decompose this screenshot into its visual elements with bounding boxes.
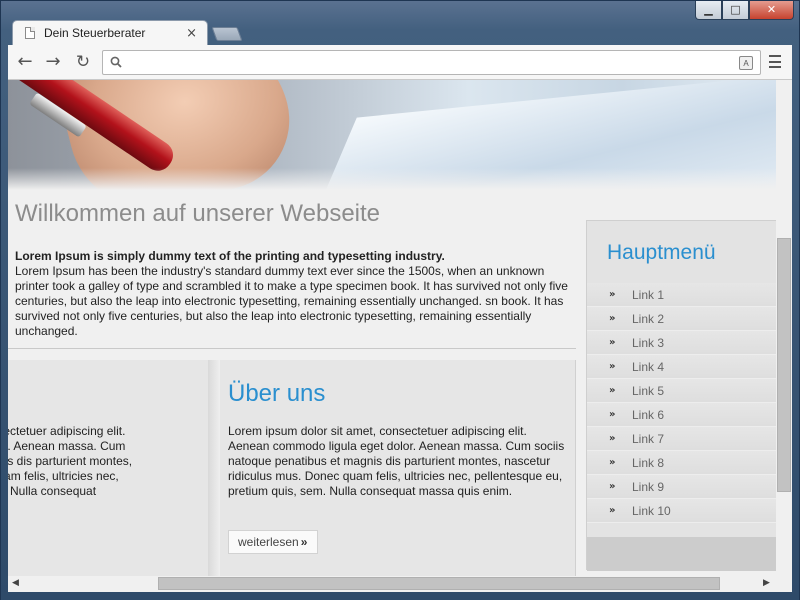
window-controls: ▁ □ ✕ — [695, 0, 794, 20]
web-page: Willkommen auf unserer Webseite Lorem Ip… — [8, 80, 776, 576]
scroll-left-icon[interactable]: ◀ — [12, 578, 19, 588]
double-chevron-icon: » — [609, 385, 616, 396]
sidebar-item-label: Link 6 — [632, 407, 665, 422]
horizontal-scrollbar[interactable]: ◀ ▶ — [8, 576, 776, 592]
double-chevron-icon: » — [609, 481, 616, 492]
intro-text: Lorem Ipsum is simply dummy text of the … — [15, 249, 580, 339]
content-box-left-text: t, consectetuer adipiscing elit. et dolo… — [8, 424, 208, 499]
sidebar-item-label: Link 10 — [632, 503, 671, 518]
left-line: t, consectetuer adipiscing elit. — [8, 424, 126, 438]
double-chevron-icon: » — [609, 361, 616, 372]
sidebar-item-label: Link 7 — [632, 431, 665, 446]
read-more-button[interactable]: weiterlesen » — [228, 530, 318, 554]
sidebar-menu: Hauptmenü » Link 1 » Link 2 » Link 3 » Link … — [586, 220, 776, 571]
sidebar-item-link-4[interactable]: » Link 4 — [587, 355, 776, 379]
sidebar-item-link-8[interactable]: » Link 8 — [587, 451, 776, 475]
sidebar-item-label: Link 8 — [632, 455, 665, 470]
double-chevron-icon: » — [609, 505, 616, 516]
left-line: t magnis dis parturient montes, — [8, 454, 133, 468]
browser-toolbar: ← → ↻ A — [8, 45, 792, 80]
close-icon[interactable]: ✕ — [749, 0, 794, 20]
intro-heading: Lorem Ipsum is simply dummy text of the … — [15, 249, 445, 263]
back-arrow-icon[interactable]: ← — [14, 52, 36, 72]
sidebar-item-label: Link 3 — [632, 335, 665, 350]
browser-tab[interactable]: Dein Steuerberater × — [12, 20, 208, 45]
new-tab-button[interactable] — [211, 27, 243, 41]
double-chevron-icon: » — [609, 337, 616, 348]
scrollbar-corner — [776, 576, 792, 592]
intro-body: Lorem Ipsum has been the industry's stan… — [15, 264, 568, 338]
vertical-scroll-thumb[interactable] — [777, 238, 791, 492]
page-title: Willkommen auf unserer Webseite — [15, 200, 381, 227]
sidebar-item-link-3[interactable]: » Link 3 — [587, 331, 776, 355]
double-chevron-icon: » — [609, 409, 616, 420]
about-box: Über uns Lorem ipsum dolor sit amet, con… — [220, 360, 576, 576]
sidebar-item-link-10[interactable]: » Link 10 — [587, 499, 776, 523]
sidebar-item-link-2[interactable]: » Link 2 — [587, 307, 776, 331]
sidebar-item-label: Link 2 — [632, 311, 665, 326]
sidebar-item-link-9[interactable]: » Link 9 — [587, 475, 776, 499]
page-viewport: Willkommen auf unserer Webseite Lorem Ip… — [8, 80, 792, 592]
left-line: nec quam felis, ultricies nec, — [8, 469, 119, 483]
search-icon — [110, 56, 122, 68]
scroll-right-icon[interactable]: ▶ — [763, 578, 770, 588]
menu-list: » Link 1 » Link 2 » Link 3 » Link 4 » Link 5 … — [587, 283, 776, 523]
sidebar-item-label: Link 5 — [632, 383, 665, 398]
sidebar-item-label: Link 4 — [632, 359, 665, 374]
translate-icon[interactable]: A — [739, 56, 753, 70]
double-chevron-icon: » — [609, 433, 616, 444]
sidebar-item-label: Link 1 — [632, 287, 665, 302]
about-title: Über uns — [228, 380, 326, 407]
address-input[interactable] — [129, 54, 729, 71]
browser-window: ▁ □ ✕ Dein Steuerberater × ← → ↻ A Willk… — [0, 0, 800, 600]
maximize-icon[interactable]: □ — [722, 0, 749, 20]
address-bar[interactable]: A — [102, 50, 761, 75]
page-icon — [25, 27, 35, 39]
chevron-right-icon: » — [300, 535, 308, 549]
left-line: s, sem. Nulla consequat — [8, 484, 97, 498]
sidebar-item-label: Link 9 — [632, 479, 665, 494]
forward-arrow-icon[interactable]: → — [42, 52, 64, 72]
reload-icon[interactable]: ↻ — [72, 52, 94, 72]
double-chevron-icon: » — [609, 289, 616, 300]
sidebar-item-link-6[interactable]: » Link 6 — [587, 403, 776, 427]
left-line: et dolor. Aenean massa. Cum — [8, 439, 126, 453]
hero-image — [8, 80, 776, 190]
double-chevron-icon: » — [609, 313, 616, 324]
sidebar-item-link-1[interactable]: » Link 1 — [587, 283, 776, 307]
vertical-scrollbar[interactable] — [776, 80, 792, 576]
content-box-left: t, consectetuer adipiscing elit. et dolo… — [8, 360, 208, 576]
sidebar-title: Hauptmenü — [607, 241, 716, 264]
sidebar-item-link-5[interactable]: » Link 5 — [587, 379, 776, 403]
divider — [8, 348, 576, 349]
tab-close-icon[interactable]: × — [186, 26, 197, 41]
sidebar-item-link-7[interactable]: » Link 7 — [587, 427, 776, 451]
horizontal-scroll-thumb[interactable] — [158, 577, 720, 590]
about-text: Lorem ipsum dolor sit amet, consectetuer… — [228, 424, 565, 498]
tab-title: Dein Steuerberater — [44, 26, 146, 40]
sidebar-footer — [587, 537, 776, 571]
hamburger-menu-icon[interactable] — [769, 55, 781, 68]
read-more-label: weiterlesen — [238, 535, 299, 549]
double-chevron-icon: » — [609, 457, 616, 468]
minimize-icon[interactable]: ▁ — [695, 0, 722, 20]
box-separator — [208, 360, 220, 576]
